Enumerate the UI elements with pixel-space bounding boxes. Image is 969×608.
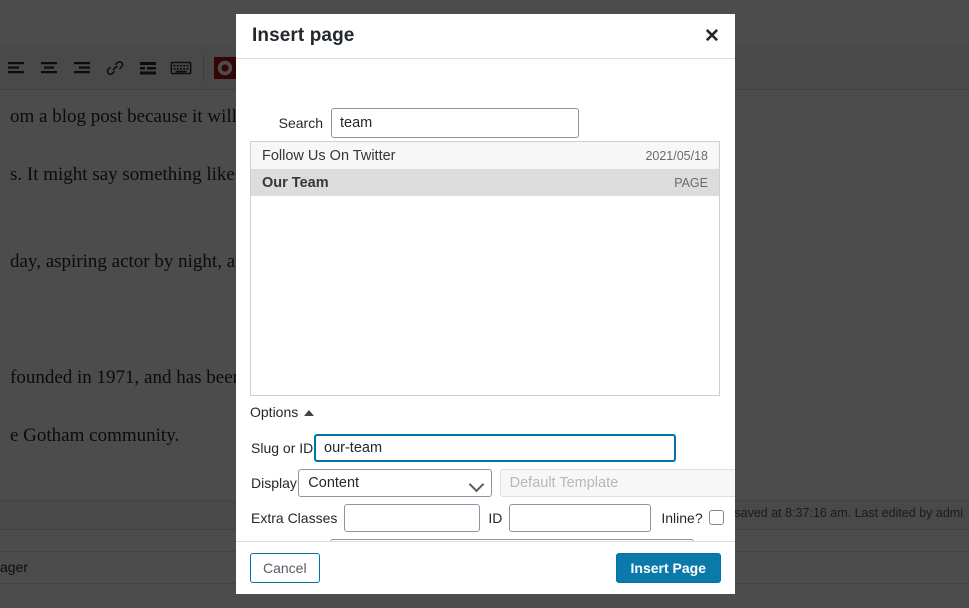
chevron-up-icon <box>304 409 315 416</box>
extra-classes-input[interactable] <box>344 503 481 532</box>
search-label: Search <box>278 115 323 131</box>
search-results-list[interactable]: Follow Us On Twitter 2021/05/18 Our Team… <box>250 141 720 396</box>
chevron-down-icon <box>468 476 484 492</box>
result-title: Our Team <box>262 174 329 191</box>
result-meta: PAGE <box>674 175 708 190</box>
id-label: ID <box>488 509 503 526</box>
result-title: Follow Us On Twitter <box>262 147 396 164</box>
options-toggle[interactable]: Options <box>250 404 315 420</box>
display-select[interactable]: Content <box>298 468 492 497</box>
extra-classes-row: Extra Classes ID Inline? <box>236 503 735 532</box>
extra-classes-label: Extra Classes <box>251 509 338 526</box>
close-icon[interactable]: ✕ <box>700 24 724 48</box>
template-select: Default Template <box>499 468 735 497</box>
search-input[interactable] <box>331 108 579 138</box>
modal-footer: Cancel Insert Page <box>236 541 735 594</box>
inline-checkbox[interactable] <box>708 510 724 525</box>
list-item-selected[interactable]: Our Team PAGE <box>251 169 719 196</box>
display-label: Display <box>251 474 297 491</box>
insert-page-submit-button[interactable]: Insert Page <box>615 553 721 583</box>
screen-root: om a blog post because it will stay . Mo… <box>0 0 969 608</box>
display-select-value: Content <box>308 474 360 491</box>
result-meta: 2021/05/18 <box>645 148 708 163</box>
modal-body: Search Follow Us On Twitter 2021/05/18 O… <box>236 59 735 541</box>
inline-label: Inline? <box>661 509 703 526</box>
modal-header: Insert page ✕ <box>236 14 735 59</box>
search-row: Search <box>236 106 735 140</box>
options-toggle-label: Options <box>250 404 299 420</box>
insert-page-modal: Insert page ✕ Search Follow Us On Twitte… <box>236 14 735 594</box>
id-input[interactable] <box>509 503 652 532</box>
slug-row: Slug or ID <box>236 433 735 463</box>
display-row: Display Content Default Template <box>236 468 735 497</box>
slug-input[interactable] <box>314 434 676 462</box>
slug-label: Slug or ID <box>251 440 314 456</box>
template-select-value: Default Template <box>509 474 619 491</box>
list-item[interactable]: Follow Us On Twitter 2021/05/18 <box>251 142 719 169</box>
modal-title: Insert page <box>252 25 355 46</box>
cancel-button[interactable]: Cancel <box>250 553 320 583</box>
